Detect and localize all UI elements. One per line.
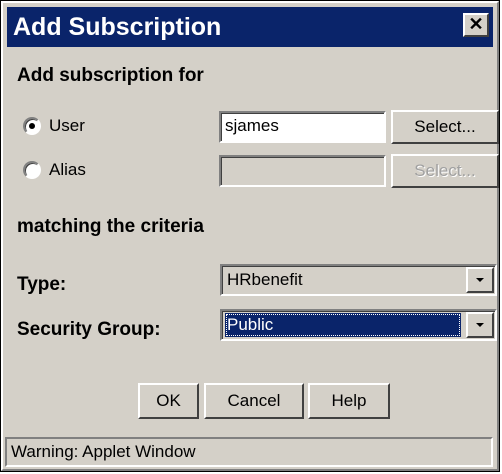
user-select-button[interactable]: Select... — [391, 110, 499, 144]
alias-radio-option[interactable]: Alias — [23, 158, 86, 182]
type-value: HRbenefit — [227, 270, 303, 289]
close-icon: ✕ — [468, 14, 484, 34]
user-radio-option[interactable]: User — [23, 114, 85, 138]
title-bar[interactable]: Add Subscription ✕ — [7, 7, 493, 47]
alias-radio-label: Alias — [49, 160, 86, 179]
user-radio-label: User — [49, 116, 85, 135]
help-button[interactable]: Help — [308, 383, 390, 419]
add-subscription-dialog: Add Subscription ✕ Add subscription for … — [0, 0, 500, 472]
alias-select-button[interactable]: Select... — [391, 154, 499, 188]
user-radio[interactable] — [23, 117, 41, 135]
type-dropdown[interactable]: HRbenefit — [220, 264, 497, 296]
status-bar: Warning: Applet Window — [5, 437, 493, 467]
security-group-dropdown[interactable]: Public — [220, 309, 497, 341]
security-group-value: Public — [225, 313, 461, 337]
close-button[interactable]: ✕ — [463, 13, 489, 37]
alias-radio[interactable] — [23, 161, 41, 179]
ok-button[interactable]: OK — [138, 383, 199, 419]
type-label: Type: — [17, 274, 67, 295]
chevron-down-icon[interactable] — [466, 312, 494, 338]
chevron-down-icon[interactable] — [466, 267, 494, 293]
user-field[interactable]: sjames — [219, 111, 386, 143]
security-group-label: Security Group: — [17, 319, 161, 340]
criteria-heading: matching the criteria — [17, 216, 204, 237]
add-subscription-heading: Add subscription for — [17, 65, 204, 86]
cancel-button[interactable]: Cancel — [204, 383, 304, 419]
alias-field[interactable] — [219, 155, 386, 187]
window-title: Add Subscription — [13, 13, 222, 41]
